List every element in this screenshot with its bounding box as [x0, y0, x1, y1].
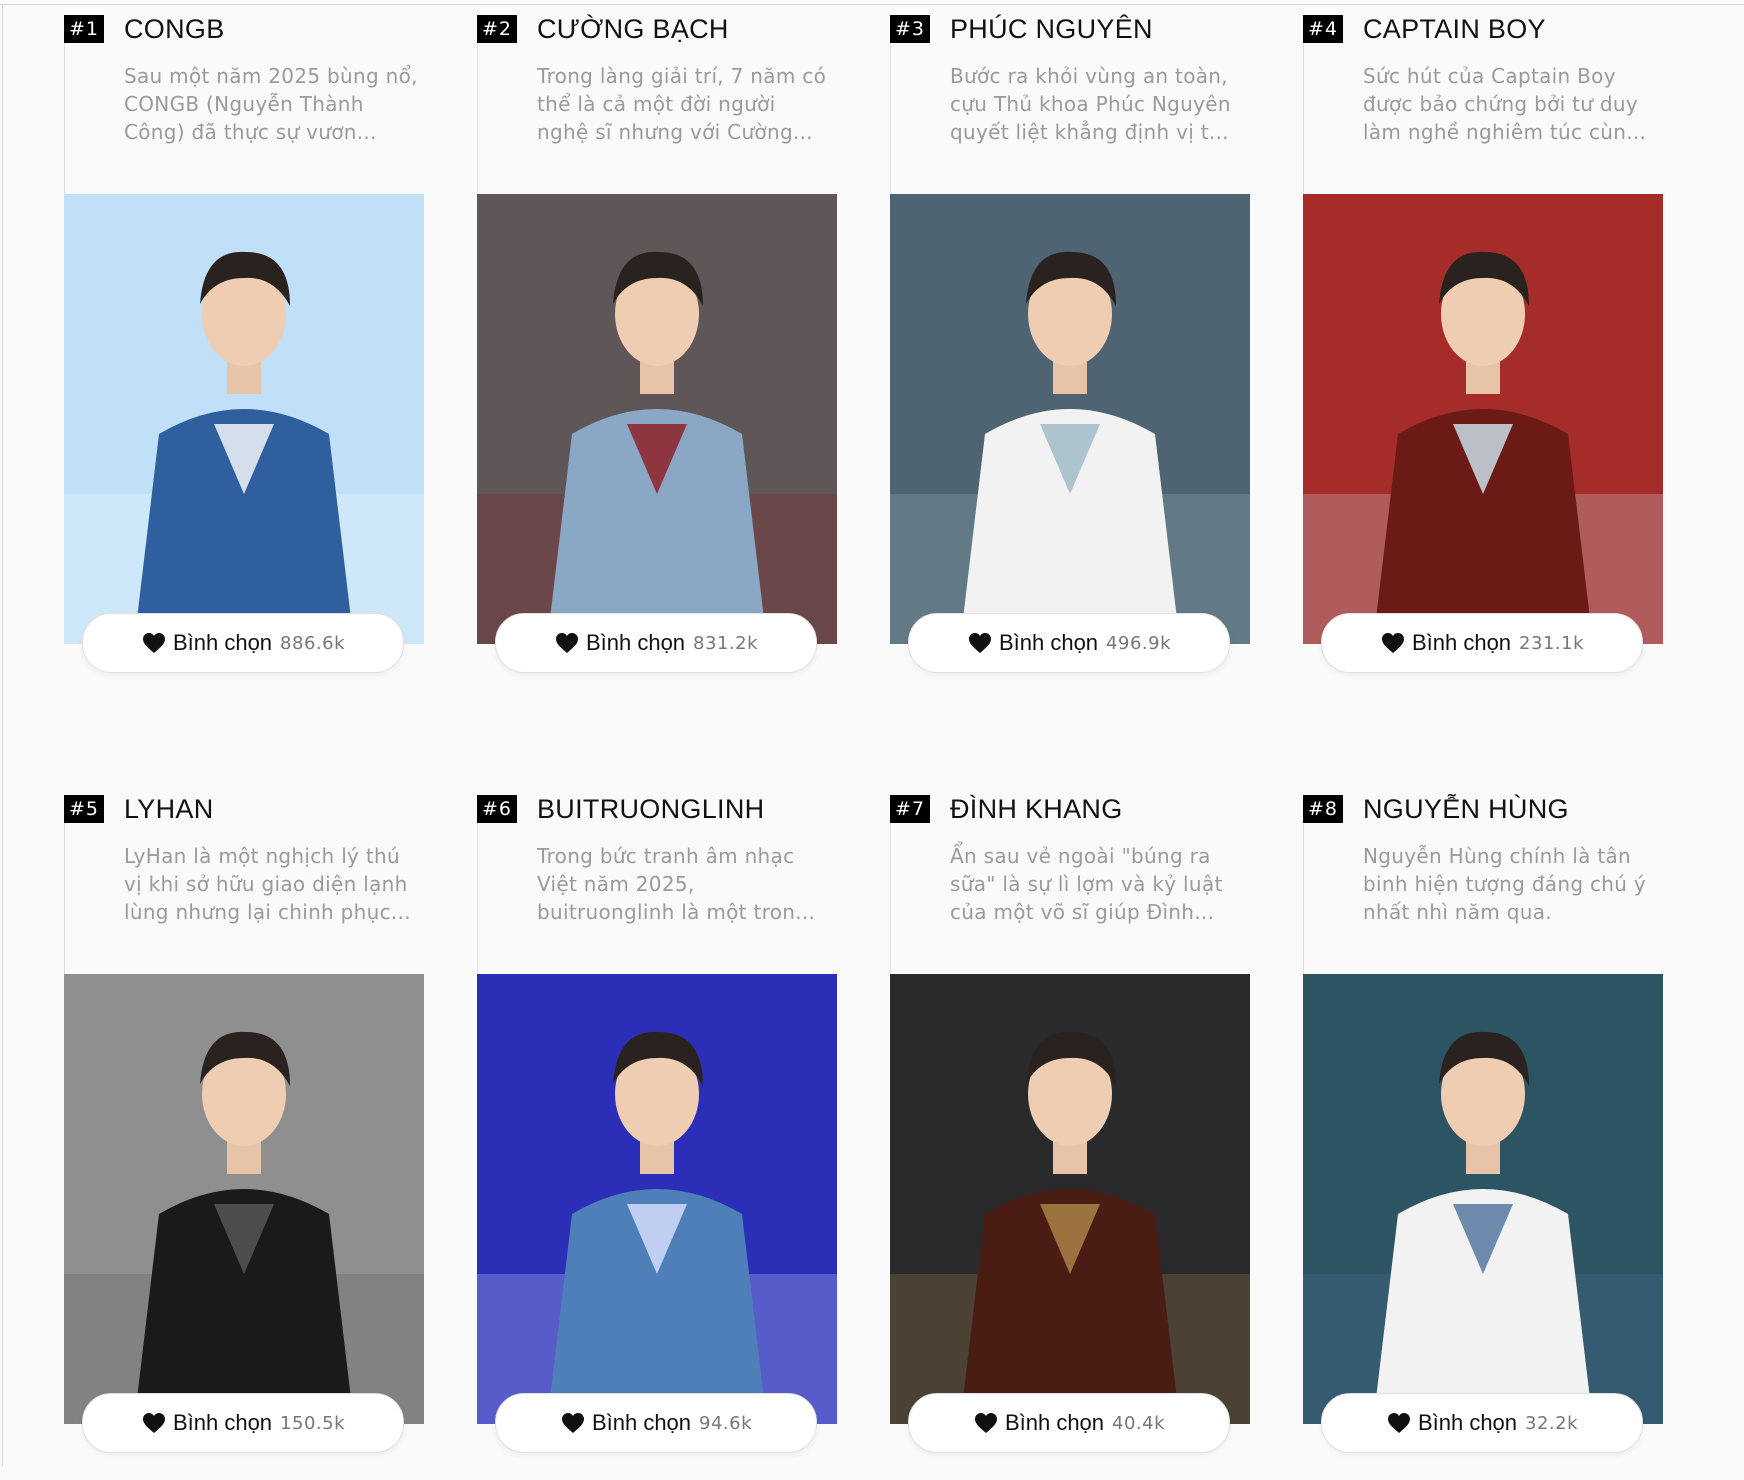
artist-card[interactable]: #8 NGUYỄN HÙNG Nguyễn Hùng chính là tân …	[1303, 780, 1663, 1480]
artist-photo[interactable]	[64, 974, 424, 1424]
card-divider	[1303, 40, 1304, 195]
vote-button[interactable]: Bình chọn 150.5k	[82, 1393, 404, 1453]
artist-card[interactable]: #5 LYHAN LyHan là một nghịch lý thú vị k…	[64, 780, 424, 1480]
artist-description: Ẩn sau vẻ ngoài "búng ra sữa" là sự lì l…	[950, 844, 1223, 924]
vote-label: Bình chọn	[1004, 1410, 1105, 1435]
artist-description: Trong bức tranh âm nhạc Việt năm 2025, b…	[537, 844, 816, 924]
rank-badge: #3	[890, 15, 931, 43]
rank-badge: #5	[64, 795, 105, 823]
rank-badge: #4	[1303, 15, 1344, 43]
card-divider	[890, 40, 891, 195]
rank-badge: #7	[890, 795, 931, 823]
artist-photo[interactable]	[890, 194, 1250, 644]
rank-badge: #8	[1303, 795, 1344, 823]
vote-button[interactable]: Bình chọn 886.6k	[82, 613, 404, 673]
artist-description: Sau một năm 2025 bùng nổ, CONGB (Nguyễn …	[124, 64, 418, 144]
vote-label: Bình chọn	[585, 630, 686, 655]
artist-card[interactable]: #3 PHÚC NGUYÊN Bước ra khỏi vùng an toàn…	[890, 0, 1250, 700]
artist-photo[interactable]	[477, 974, 837, 1424]
vote-button[interactable]: Bình chọn 231.1k	[1321, 613, 1643, 673]
heart-icon	[561, 1413, 584, 1433]
vote-label: Bình chọn	[172, 630, 273, 655]
heart-icon	[142, 1413, 165, 1433]
vote-count: 231.1k	[1519, 632, 1585, 654]
artist-photo[interactable]	[1303, 194, 1663, 644]
artist-photo[interactable]	[64, 194, 424, 644]
artist-name[interactable]: CƯỜNG BẠCH	[537, 14, 729, 45]
rank-badge: #1	[64, 15, 105, 43]
artist-card[interactable]: #6 BUITRUONGLINH Trong bức tranh âm nhạc…	[477, 780, 837, 1480]
artist-name[interactable]: PHÚC NGUYÊN	[950, 14, 1153, 45]
artist-description: Nguyễn Hùng chính là tân binh hiện tượng…	[1363, 844, 1647, 924]
vote-count: 496.9k	[1106, 632, 1172, 654]
artist-name[interactable]: NGUYỄN HÙNG	[1363, 794, 1569, 825]
artist-name[interactable]: ĐÌNH KHANG	[950, 794, 1123, 825]
artist-name[interactable]: CAPTAIN BOY	[1363, 14, 1546, 45]
vote-button[interactable]: Bình chọn 40.4k	[908, 1393, 1230, 1453]
heart-icon	[1387, 1413, 1410, 1433]
vote-label: Bình chọn	[998, 630, 1099, 655]
artist-description: Trong làng giải trí, 7 năm có thể là cả …	[537, 64, 827, 144]
card-divider	[477, 820, 478, 975]
artist-name[interactable]: BUITRUONGLINH	[537, 794, 764, 825]
artist-ranking-grid: #1 CONGB Sau một năm 2025 bùng nổ, CONGB…	[0, 0, 1744, 1470]
heart-icon	[555, 633, 578, 653]
card-divider	[477, 40, 478, 195]
vote-label: Bình chọn	[1417, 1410, 1518, 1435]
vote-label: Bình chọn	[1411, 630, 1512, 655]
vote-count: 32.2k	[1525, 1412, 1579, 1434]
artist-description: Bước ra khỏi vùng an toàn, cựu Thủ khoa …	[950, 64, 1231, 144]
heart-icon	[968, 633, 991, 653]
heart-icon	[974, 1413, 997, 1433]
rank-badge: #6	[477, 795, 518, 823]
vote-count: 40.4k	[1112, 1412, 1166, 1434]
vote-count: 94.6k	[699, 1412, 753, 1434]
card-divider	[890, 820, 891, 975]
artist-card[interactable]: #2 CƯỜNG BẠCH Trong làng giải trí, 7 năm…	[477, 0, 837, 700]
rank-badge: #2	[477, 15, 518, 43]
artist-photo[interactable]	[1303, 974, 1663, 1424]
artist-photo[interactable]	[477, 194, 837, 644]
vote-button[interactable]: Bình chọn 831.2k	[495, 613, 817, 673]
card-divider	[64, 820, 65, 975]
artist-card[interactable]: #1 CONGB Sau một năm 2025 bùng nổ, CONGB…	[64, 0, 424, 700]
artist-description: Sức hút của Captain Boy được bảo chứng b…	[1363, 64, 1647, 144]
vote-label: Bình chọn	[591, 1410, 692, 1435]
artist-description: LyHan là một nghịch lý thú vị khi sở hữu…	[124, 844, 411, 924]
vote-button[interactable]: Bình chọn 94.6k	[495, 1393, 817, 1453]
card-divider	[1303, 820, 1304, 975]
vote-count: 886.6k	[280, 632, 346, 654]
artist-photo[interactable]	[890, 974, 1250, 1424]
card-divider	[64, 40, 65, 195]
artist-card[interactable]: #7 ĐÌNH KHANG Ẩn sau vẻ ngoài "búng ra s…	[890, 780, 1250, 1480]
vote-count: 150.5k	[280, 1412, 346, 1434]
heart-icon	[142, 633, 165, 653]
artist-name[interactable]: LYHAN	[124, 794, 214, 825]
artist-card[interactable]: #4 CAPTAIN BOY Sức hút của Captain Boy đ…	[1303, 0, 1663, 700]
heart-icon	[1381, 633, 1404, 653]
vote-button[interactable]: Bình chọn 496.9k	[908, 613, 1230, 673]
vote-count: 831.2k	[693, 632, 759, 654]
vote-label: Bình chọn	[172, 1410, 273, 1435]
artist-name[interactable]: CONGB	[124, 14, 225, 45]
vote-button[interactable]: Bình chọn 32.2k	[1321, 1393, 1643, 1453]
